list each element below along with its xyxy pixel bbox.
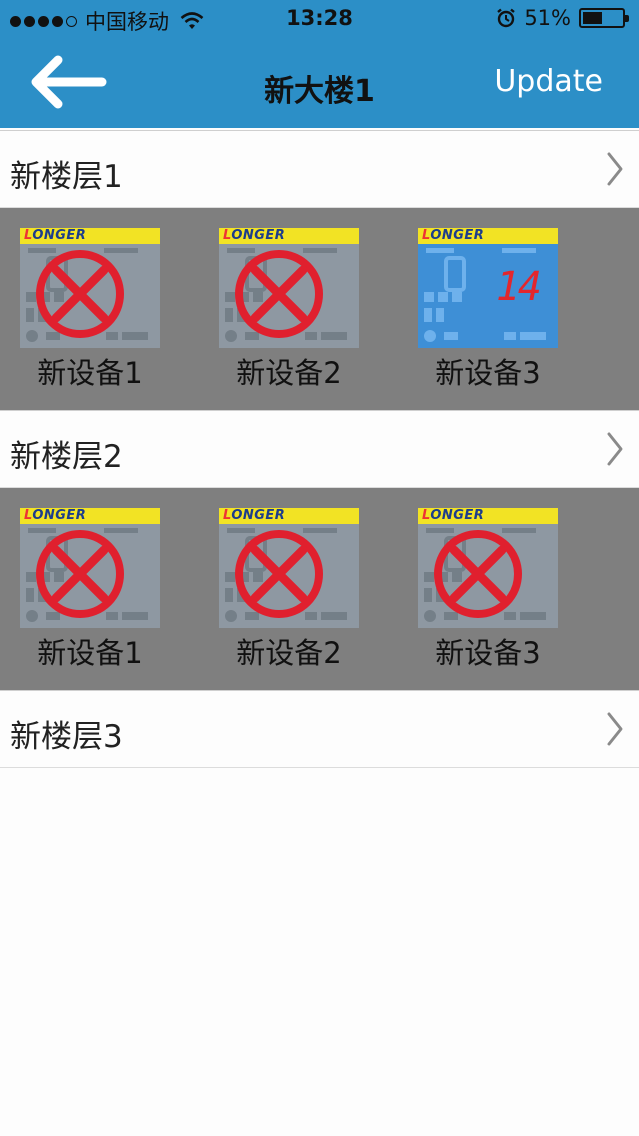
chevron-right-icon bbox=[607, 712, 623, 746]
device-tile[interactable]: LONGER 新设备2 bbox=[209, 508, 369, 673]
back-arrow-icon bbox=[31, 55, 107, 109]
floor-row[interactable]: 新楼层1 bbox=[0, 130, 639, 208]
device-name: 新设备3 bbox=[435, 636, 541, 670]
alarm-clock-icon bbox=[497, 8, 516, 28]
chevron-right-icon bbox=[607, 432, 623, 466]
offline-x-icon bbox=[434, 530, 522, 618]
chevron-right-icon bbox=[607, 152, 623, 186]
floor-label: 新楼层1 bbox=[10, 159, 123, 195]
device-name: 新设备2 bbox=[236, 636, 342, 670]
device-reading: 14 bbox=[495, 264, 542, 310]
device-name: 新设备1 bbox=[37, 356, 143, 390]
device-tile[interactable]: LONGER 新设备1 bbox=[10, 228, 170, 393]
floor-label: 新楼层3 bbox=[10, 719, 123, 755]
device-name: 新设备3 bbox=[435, 356, 541, 390]
navigation-bar: 新大楼1 Update bbox=[0, 40, 639, 128]
floor-label: 新楼层2 bbox=[10, 439, 123, 475]
floor-row[interactable]: 新楼层3 bbox=[0, 690, 639, 768]
device-grid: LONGER 新设备1 LONGER 新设备2 LONGER 新设备3 bbox=[0, 488, 639, 690]
device-name: 新设备1 bbox=[37, 636, 143, 670]
floor-row[interactable]: 新楼层2 bbox=[0, 410, 639, 488]
device-tile[interactable]: LONGER 新设备2 bbox=[209, 228, 369, 393]
offline-x-icon bbox=[235, 250, 323, 338]
back-button[interactable] bbox=[28, 54, 108, 110]
offline-x-icon bbox=[36, 250, 124, 338]
battery-icon bbox=[579, 8, 629, 28]
app-header: 中国移动 13:28 51% 新大楼1 Update bbox=[0, 0, 639, 128]
battery-percent: 51% bbox=[524, 6, 571, 30]
status-bar: 中国移动 13:28 51% bbox=[0, 0, 639, 40]
device-tile[interactable]: LONGER 新设备3 bbox=[408, 508, 568, 673]
device-display-image: LONGER 14 bbox=[418, 228, 558, 348]
device-tile[interactable]: LONGER 14 新设备3 bbox=[408, 228, 568, 393]
update-button[interactable]: Update bbox=[494, 64, 603, 99]
offline-x-icon bbox=[36, 530, 124, 618]
device-grid: LONGER 新设备1 LONGER 新设备2 LONGER 14 新设备3 bbox=[0, 208, 639, 410]
offline-x-icon bbox=[235, 530, 323, 618]
device-tile[interactable]: LONGER 新设备1 bbox=[10, 508, 170, 673]
status-right: 51% bbox=[496, 6, 629, 30]
device-name: 新设备2 bbox=[236, 356, 342, 390]
